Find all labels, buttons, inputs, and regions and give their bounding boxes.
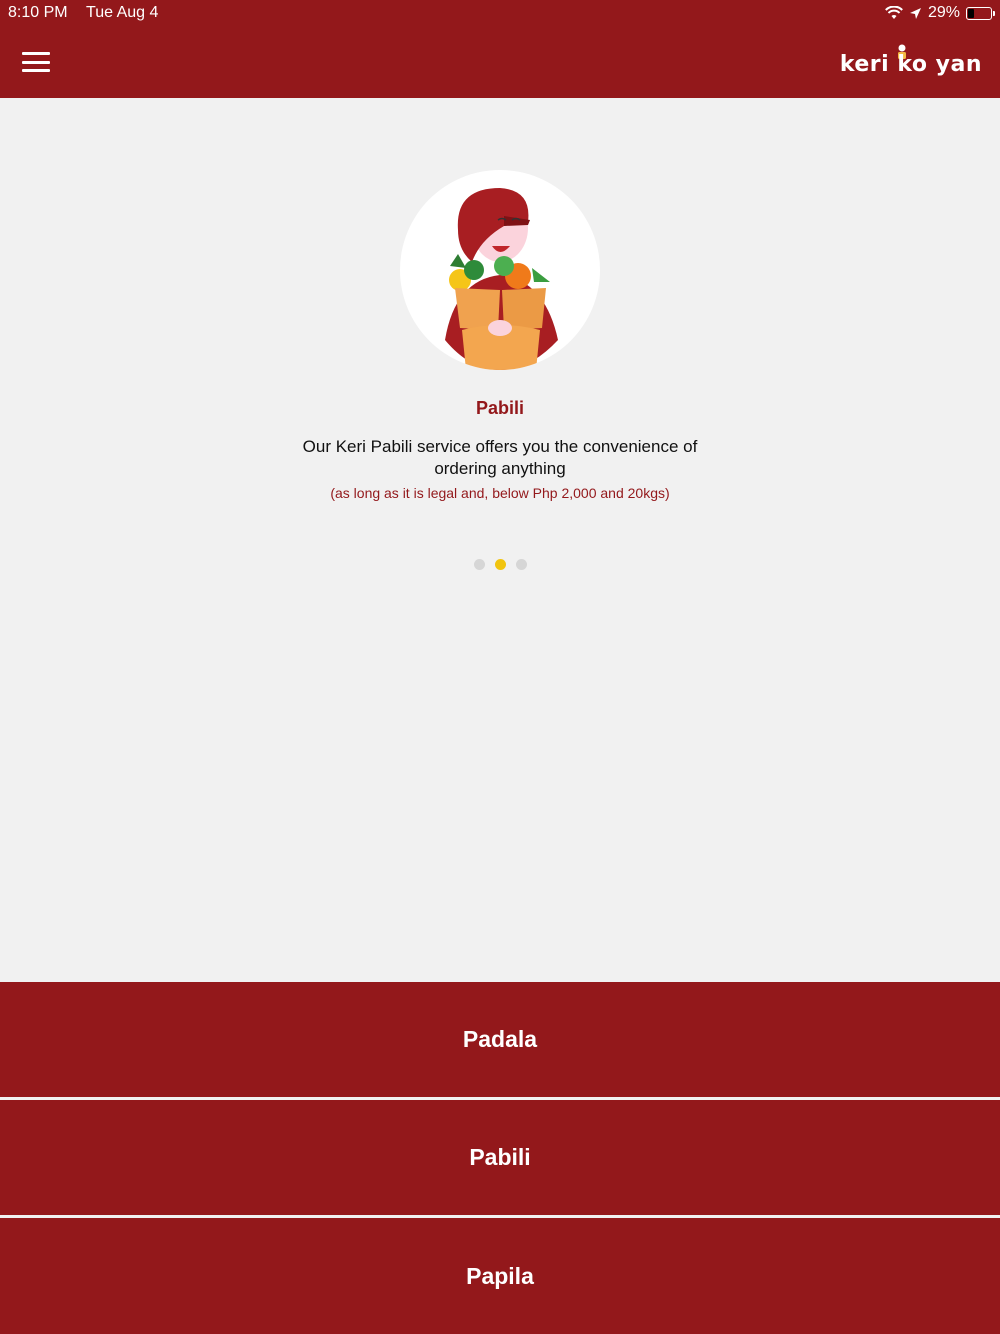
wifi-icon xyxy=(885,6,903,19)
battery-icon xyxy=(966,6,995,20)
battery-percent: 29% xyxy=(927,4,960,21)
carousel-pagination xyxy=(0,559,1000,570)
onboarding-carousel[interactable]: Pabili Our Keri Pabili service offers yo… xyxy=(0,98,1000,982)
padala-button[interactable]: Padala xyxy=(0,982,1000,1097)
papila-button[interactable]: Papila xyxy=(0,1218,1000,1334)
rider-with-groceries-image xyxy=(445,188,558,370)
status-date: Tue Aug 4 xyxy=(86,4,159,21)
pagination-dot-3[interactable] xyxy=(515,559,527,570)
status-bar-right: 29% xyxy=(885,4,995,22)
pabili-button[interactable]: Pabili xyxy=(0,1100,1000,1215)
location-arrow-icon xyxy=(909,7,921,19)
app-logo: keri ko yan xyxy=(839,52,982,77)
slide-title: Pabili xyxy=(475,398,524,418)
pagination-dot-2[interactable] xyxy=(494,559,506,570)
battery-fill xyxy=(968,8,974,18)
pabili-illustration xyxy=(400,170,600,370)
status-time: 8:10 PM xyxy=(8,4,68,21)
hamburger-icon[interactable] xyxy=(22,50,50,74)
slide-note: (as long as it is legal and, below Php 2… xyxy=(330,485,670,501)
status-bar-left: 8:10 PM Tue Aug 4 xyxy=(8,4,158,22)
top-bar: 8:10 PM Tue Aug 4 29% keri ko yan xyxy=(0,0,1000,98)
slide-description: Our Keri Pabili service offers you the c… xyxy=(302,437,698,478)
pagination-dot-1[interactable] xyxy=(473,559,485,570)
